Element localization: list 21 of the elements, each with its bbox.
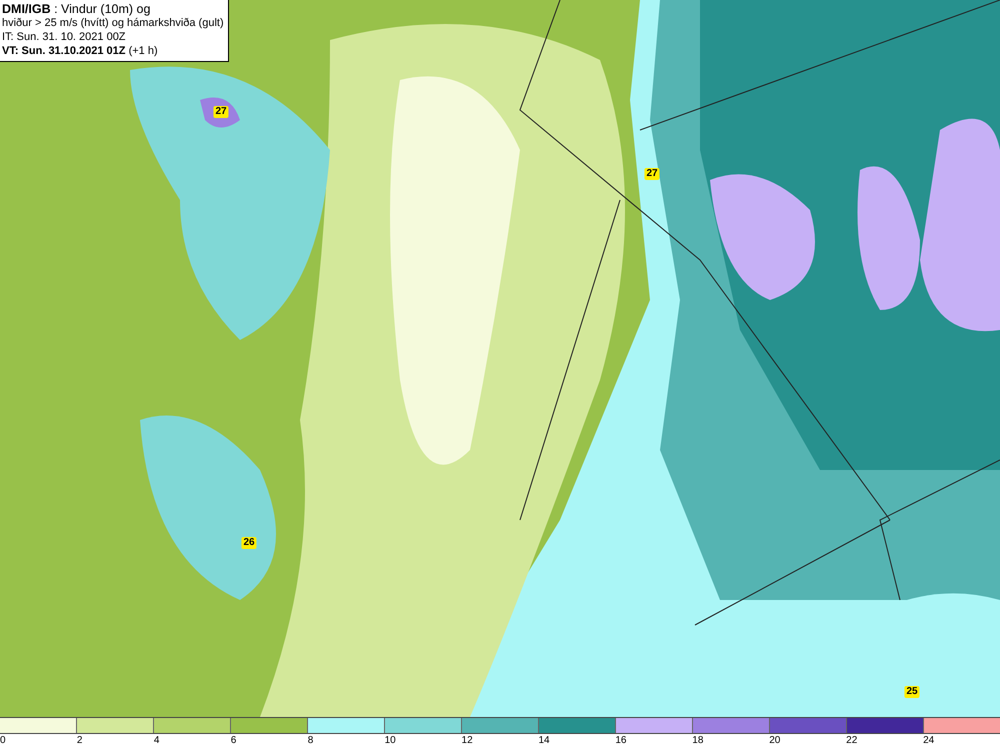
- scale-label: 14: [538, 734, 550, 747]
- scale-label: 20: [769, 734, 780, 747]
- scale-label: 4: [154, 734, 160, 747]
- scale-label: 2: [76, 734, 82, 747]
- scale-label: 12: [462, 734, 473, 747]
- scale-label: 8: [308, 734, 314, 747]
- gust-label: 27: [213, 106, 229, 118]
- scale-label: 0: [0, 734, 6, 747]
- scale-label: 10: [384, 734, 396, 747]
- scale-label: 16: [615, 734, 626, 747]
- scale-label: 18: [692, 734, 704, 747]
- gust-label: 26: [241, 537, 257, 549]
- scale-label: 22: [846, 734, 858, 747]
- gust-label: 27: [644, 168, 660, 180]
- legend-text: VT: Sun. 31.10.2021 01Z (+1 h): [2, 44, 159, 58]
- legend-text: DMI/IGB : Vindur (10m) og: [2, 2, 152, 16]
- scale-label: 6: [230, 734, 236, 747]
- legend-text: IT: Sun. 31. 10. 2021 00Z: [2, 30, 127, 44]
- gust-label: 25: [904, 686, 920, 698]
- legend-text: hviður > 25 m/s (hvítt) og hámarkshviða (gult): [2, 16, 224, 30]
- scale-label: 24: [923, 734, 934, 747]
